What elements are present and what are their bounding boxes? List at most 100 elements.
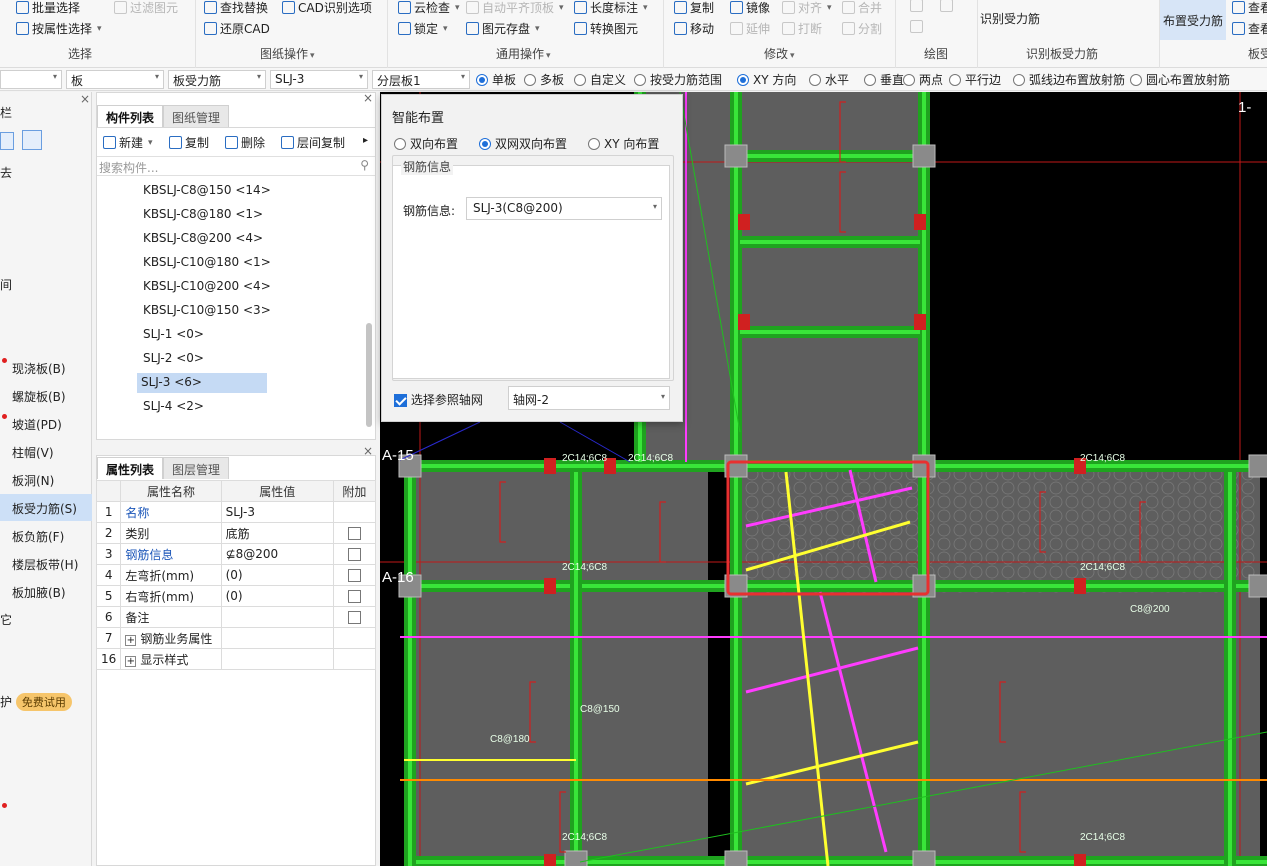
table-row[interactable]: 16 + 显示样式 xyxy=(95,648,377,670)
list-item[interactable]: KBSLJ-C10@150 <3> xyxy=(139,301,275,321)
delete-button[interactable]: 删除 xyxy=(225,134,265,151)
extra-checkbox[interactable] xyxy=(347,548,361,561)
option-3[interactable]: 按受力筋范围 xyxy=(634,71,722,88)
more-icon[interactable]: ▸ xyxy=(363,135,368,146)
split-button[interactable]: 分割 xyxy=(842,20,882,37)
cad-options-button[interactable]: CAD识别选项 xyxy=(282,0,372,16)
table-row[interactable]: 7 + 钢筋业务属性 xyxy=(95,627,377,649)
tab-drawing-management[interactable]: 图纸管理 xyxy=(163,105,230,127)
radio-icon[interactable] xyxy=(476,74,488,86)
new-button[interactable]: 新建 ▾ xyxy=(103,134,153,151)
option-7[interactable]: 两点 xyxy=(903,71,943,88)
option-0[interactable]: 单板 xyxy=(476,71,516,88)
option-2[interactable]: 自定义 xyxy=(574,71,626,88)
mode-option-0[interactable]: 双向布置 xyxy=(394,135,458,152)
list-item[interactable]: KBSLJ-C8@180 <1> xyxy=(139,205,267,225)
property-value[interactable] xyxy=(220,606,334,628)
search-box[interactable]: 搜索构件... ⚲ xyxy=(97,156,375,176)
radio-icon[interactable] xyxy=(809,74,821,86)
search-input[interactable]: 搜索构件... xyxy=(99,159,158,176)
option-4[interactable]: XY 方向 xyxy=(737,71,796,88)
ref-axis-row[interactable]: 选择参照轴网 xyxy=(394,391,483,408)
radio-icon[interactable] xyxy=(1130,74,1142,86)
expand-icon[interactable]: + xyxy=(125,634,137,646)
type-select[interactable]: 板受力筋 ▾ xyxy=(168,70,266,89)
list-view-icon[interactable] xyxy=(0,132,14,150)
radio-icon[interactable] xyxy=(903,74,915,86)
floor-copy-button[interactable]: 层间复制 xyxy=(281,134,345,151)
identify-slab-rebar-button[interactable]: 识别受力筋 xyxy=(980,10,1040,27)
sidebar-item-3[interactable]: 柱帽(V) xyxy=(0,438,92,465)
move-button[interactable]: 移动 xyxy=(674,20,714,37)
property-value[interactable]: SLJ-3 xyxy=(220,501,334,523)
batch-select-button[interactable]: 批量选择 xyxy=(16,0,80,16)
place-rebar-button[interactable]: 布置受力筋 xyxy=(1160,0,1226,40)
floor-select[interactable]: ▾ xyxy=(0,70,62,89)
property-value[interactable]: ⊈8@200 xyxy=(220,543,334,565)
copy-component-button[interactable]: 复制 xyxy=(169,134,209,151)
sidebar-item-5[interactable]: 板受力筋(S) xyxy=(0,494,92,521)
extra-checkbox[interactable] xyxy=(347,611,361,624)
radio-icon[interactable] xyxy=(394,138,406,150)
free-trial-badge[interactable]: 免费试用 xyxy=(15,693,72,711)
sidebar-item-4[interactable]: 板洞(N) xyxy=(0,466,92,493)
list-item[interactable]: KBSLJ-C10@200 <4> xyxy=(139,277,275,297)
sidebar-item-6[interactable]: 板负筋(F) xyxy=(0,522,92,549)
draw-arc-button[interactable] xyxy=(910,20,923,33)
radio-icon[interactable] xyxy=(588,138,600,150)
radio-icon[interactable] xyxy=(737,74,749,86)
break-button[interactable]: 打断 xyxy=(782,20,822,37)
list-item[interactable]: KBSLJ-C8@200 <4> xyxy=(139,229,267,249)
lock-button[interactable]: 锁定 ▾ xyxy=(398,20,448,37)
extra-checkbox[interactable] xyxy=(347,590,361,603)
radio-icon[interactable] xyxy=(524,74,536,86)
property-value[interactable] xyxy=(220,627,334,649)
tab-layer-management[interactable]: 图层管理 xyxy=(163,457,230,479)
restore-cad-button[interactable]: 还原CAD xyxy=(204,20,270,37)
list-item[interactable]: KBSLJ-C10@180 <1> xyxy=(139,253,275,273)
option-6[interactable]: 垂直 xyxy=(864,71,904,88)
mode-option-2[interactable]: XY 向布置 xyxy=(588,135,659,152)
sidebar-item-1[interactable]: 螺旋板(B) xyxy=(0,382,92,409)
sidebar-item-7[interactable]: 楼层板带(H) xyxy=(0,550,92,577)
option-5[interactable]: 水平 xyxy=(809,71,849,88)
radio-icon[interactable] xyxy=(574,74,586,86)
table-row[interactable]: 1 名称 SLJ-3 xyxy=(95,501,377,523)
option-8[interactable]: 平行边 xyxy=(949,71,1001,88)
length-dim-button[interactable]: 长度标注 ▾ xyxy=(574,0,648,16)
copy-button[interactable]: 复制 xyxy=(674,0,714,16)
sidebar-item-0[interactable]: 现浇板(B) xyxy=(0,354,92,381)
list-item[interactable]: KBSLJ-C8@150 <14> xyxy=(139,181,275,201)
option-1[interactable]: 多板 xyxy=(524,71,564,88)
extend-button[interactable]: 延伸 xyxy=(730,20,770,37)
property-value[interactable]: 底筋 xyxy=(220,522,334,544)
close-icon[interactable]: × xyxy=(363,444,373,458)
component-select[interactable]: SLJ-3 ▾ xyxy=(270,70,368,89)
table-row[interactable]: 5 右弯折(mm) (0) xyxy=(95,585,377,607)
layer-select[interactable]: 分层板1 ▾ xyxy=(372,70,470,89)
axis-grid-select[interactable]: 轴网-2 ▾ xyxy=(508,386,670,410)
merge-button[interactable]: 合并 xyxy=(842,0,882,16)
expand-icon[interactable]: + xyxy=(125,655,137,667)
radio-icon[interactable] xyxy=(634,74,646,86)
category-select[interactable]: 板 ▾ xyxy=(66,70,164,89)
radio-icon[interactable] xyxy=(949,74,961,86)
mode-option-1[interactable]: 双网双向布置 xyxy=(479,135,567,152)
option-9[interactable]: 弧线边布置放射筋 xyxy=(1013,71,1125,88)
table-row[interactable]: 4 左弯折(mm) (0) xyxy=(95,564,377,586)
sidebar-item-8[interactable]: 板加腋(B) xyxy=(0,578,92,605)
draw-rect-button[interactable] xyxy=(940,0,953,12)
query2-button[interactable]: 查看 xyxy=(1232,20,1267,37)
radio-icon[interactable] xyxy=(479,138,491,150)
list-item[interactable]: SLJ-4 <2> xyxy=(139,397,208,417)
radio-icon[interactable] xyxy=(864,74,876,86)
save-elements-button[interactable]: 图元存盘 ▾ xyxy=(466,20,540,37)
list-scrollbar[interactable] xyxy=(366,323,372,427)
align-button[interactable]: 对齐 ▾ xyxy=(782,0,832,16)
detail-view-icon[interactable] xyxy=(22,130,42,150)
close-icon[interactable]: × xyxy=(363,91,373,105)
find-replace-button[interactable]: 查找替换 xyxy=(204,0,268,16)
close-icon[interactable]: × xyxy=(80,92,90,106)
table-row[interactable]: 6 备注 xyxy=(95,606,377,628)
extra-checkbox[interactable] xyxy=(347,527,361,540)
